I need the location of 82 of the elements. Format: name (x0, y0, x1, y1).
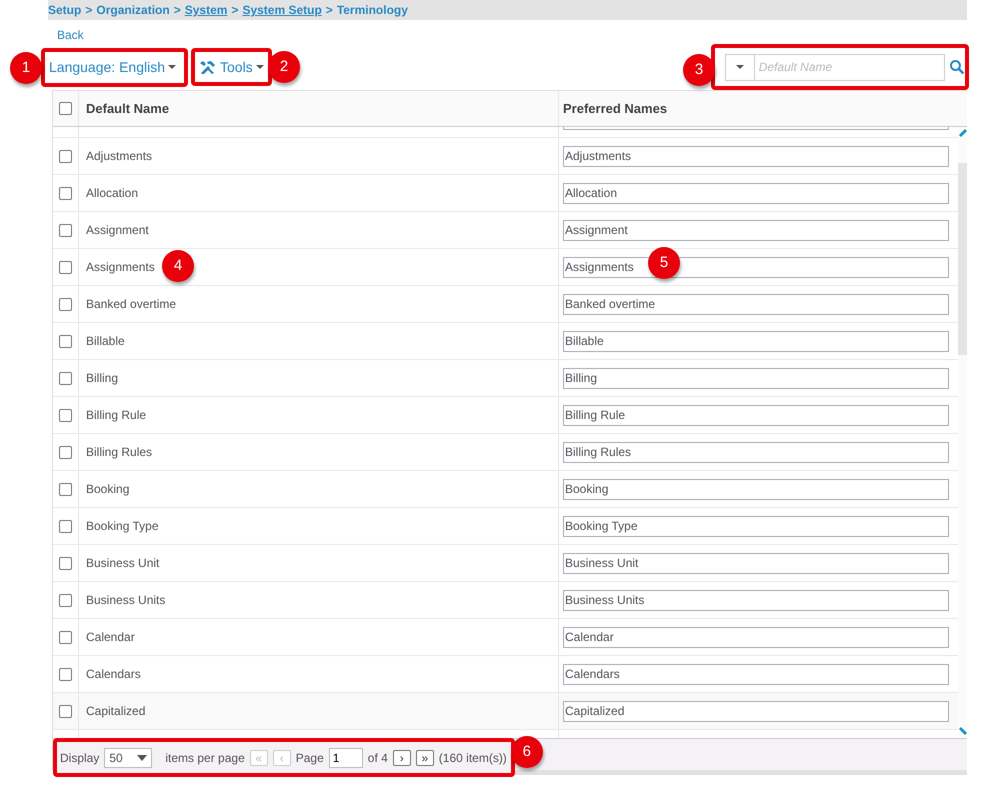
preferred-name-field[interactable]: Calendar (563, 626, 949, 648)
row-checkbox[interactable] (59, 186, 72, 200)
item-count-label: (160 item(s)) (438, 750, 507, 766)
preferred-name-field[interactable]: Booking (563, 478, 949, 500)
callout-number: 3 (683, 54, 715, 86)
page-size-select[interactable]: 50 (104, 748, 152, 768)
row-checkbox[interactable] (59, 260, 72, 274)
row-checkbox[interactable] (59, 482, 72, 496)
page-label: Page (296, 750, 324, 766)
callout-number: 1 (10, 52, 42, 84)
table-cell-text: Adjustments (86, 148, 152, 165)
table-cell-text: Business Units (86, 592, 166, 609)
row-checkbox[interactable] (59, 630, 72, 644)
callout-number: 4 (162, 250, 194, 282)
back-link[interactable]: Back (57, 26, 84, 44)
items-per-page-label: items per page (165, 750, 245, 766)
table-cell-text: Allocation (86, 185, 138, 202)
row-checkbox[interactable] (59, 556, 72, 570)
preferred-name-field[interactable]: Business Unit (563, 552, 949, 574)
search-field[interactable]: Default Name (754, 54, 946, 80)
breadcrumb-separator: > (85, 3, 92, 17)
row-checkbox[interactable] (59, 704, 72, 718)
table-cell-text: Billing (86, 370, 118, 387)
table-cell-text: Booking (86, 481, 130, 498)
row-checkbox[interactable] (59, 372, 72, 384)
row-checkbox[interactable] (59, 408, 72, 422)
column-header: Default Name (86, 100, 170, 118)
tools-icon (199, 60, 217, 74)
row-checkbox[interactable] (59, 446, 72, 458)
preferred-name-field[interactable]: Banked overtime (563, 294, 949, 314)
preferred-name-field[interactable]: Booking Type (563, 516, 949, 536)
table-cell-text: Assignments (86, 259, 155, 276)
preferred-name-field[interactable]: Calendars (563, 664, 949, 684)
page-number-field[interactable]: 1 (328, 748, 363, 768)
caret-icon (168, 65, 176, 69)
scroll-up-icon[interactable] (958, 127, 967, 137)
table-cell-text: Calendar (86, 629, 135, 646)
callout-number: 2 (268, 51, 300, 83)
tools-menu[interactable]: Tools (195, 56, 268, 78)
row-checkbox[interactable] (59, 298, 72, 310)
display-label: Display (60, 750, 100, 766)
preferred-name-field[interactable]: Billable (563, 330, 949, 352)
preferred-name-field[interactable]: Capitalized (563, 700, 949, 722)
breadcrumb-separator: > (231, 3, 238, 17)
row-checkbox[interactable] (59, 520, 72, 532)
next-page-button[interactable]: › (392, 750, 411, 766)
last-page-button[interactable]: » (416, 750, 434, 766)
language-menu[interactable]: Language: English (45, 56, 180, 78)
table-cell-text: Booking Type (86, 518, 158, 535)
row-checkbox[interactable] (59, 594, 72, 606)
row-checkbox[interactable] (59, 150, 72, 162)
table-cell-text: Calendars (86, 666, 141, 683)
table-cell-text: Billable (86, 333, 125, 350)
search-filter-dropdown[interactable] (725, 54, 755, 80)
breadcrumb-separator: > (174, 3, 181, 17)
breadcrumb-item: Terminology (336, 3, 408, 17)
preferred-name-field[interactable]: Billing Rule (563, 404, 949, 426)
breadcrumb-item: Organization (96, 3, 170, 17)
column-header: Preferred Names (563, 100, 668, 118)
table-cell-text: Billing Rules (86, 444, 152, 461)
callout-number: 5 (648, 247, 680, 279)
table-cell-text: Billing Rule (86, 407, 146, 424)
preferred-name-field[interactable]: Allocation (563, 182, 949, 204)
row-checkbox[interactable] (59, 334, 72, 348)
preferred-name-field[interactable]: Assignment (563, 220, 949, 240)
preferred-name-field[interactable]: Adjustments (563, 146, 949, 166)
caret-icon (256, 65, 264, 69)
preferred-name-field[interactable]: Business Units (563, 590, 949, 610)
preferred-name-field[interactable]: Billing Rules (563, 442, 949, 462)
table-cell-text: Business Unit (86, 555, 160, 572)
scroll-down-icon[interactable] (958, 725, 967, 735)
row-checkbox[interactable] (59, 668, 72, 680)
preferred-name-field[interactable]: Billing (563, 368, 949, 388)
search-icon[interactable] (949, 59, 965, 75)
table-cell-text: Assignment (86, 222, 149, 239)
table-cell-text: Capitalized (86, 703, 146, 720)
table-cell-text: Banked overtime (86, 296, 176, 313)
breadcrumb-item: Setup (48, 3, 82, 17)
select-all-checkbox[interactable] (59, 102, 72, 115)
breadcrumb-separator: > (326, 3, 333, 17)
page-count-label: of 4 (368, 750, 388, 766)
row-checkbox[interactable] (59, 224, 72, 236)
